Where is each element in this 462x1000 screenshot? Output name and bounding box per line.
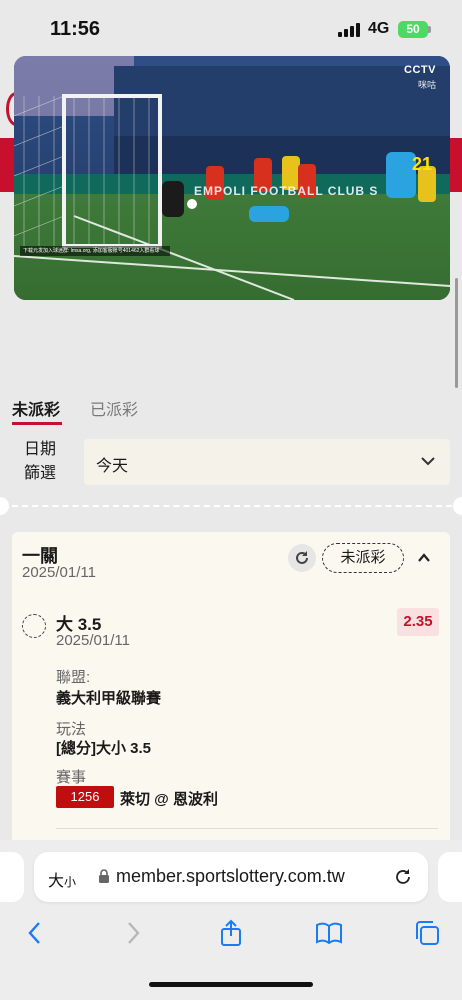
play-label: 玩法 <box>56 721 87 738</box>
match-id-badge: 1256 <box>56 786 114 808</box>
sub-logo: 咪咕 <box>417 80 436 90</box>
status-time: 11:56 <box>50 18 101 40</box>
shirt-number: 21 <box>412 154 433 174</box>
ticket-notch-right <box>453 497 462 515</box>
ad-board-text: EMPOLI FOOTBALL CLUB S <box>194 184 379 198</box>
forward-icon[interactable] <box>118 918 148 948</box>
league-label: 聯盟: <box>56 669 91 686</box>
video-frame <box>14 56 450 300</box>
reload-icon[interactable] <box>392 866 414 888</box>
broadcaster-logo: CCTV <box>404 64 436 76</box>
previous-tab-peek[interactable] <box>0 852 24 902</box>
battery-tip <box>428 26 431 33</box>
url-text: member.sportslottery.com.tw <box>116 866 345 886</box>
share-icon[interactable] <box>216 918 246 948</box>
video-player[interactable]: EMPOLI FOOTBALL CLUB S 21 CCTV 咪咕 下载元发加入… <box>14 56 450 300</box>
match-label: 賽事 <box>56 769 87 786</box>
refresh-button[interactable] <box>288 544 316 572</box>
home-indicator[interactable] <box>149 982 313 987</box>
cellular-signal-icon <box>338 23 362 37</box>
play-value: [總分]大小 3.5 <box>56 740 152 757</box>
bet-card: 一關 2025/01/11 未派彩 大 3.5 2025/01/11 2.35 … <box>12 532 450 852</box>
date-filter-select[interactable]: 今天 <box>84 439 450 485</box>
tab-active-underline <box>12 422 62 425</box>
ticket-notch-left <box>0 497 9 515</box>
status-bar: 11:56 4G 50 <box>0 0 462 58</box>
refresh-icon <box>296 551 308 564</box>
bookmarks-icon[interactable] <box>314 918 344 948</box>
date-filter-value: 今天 <box>96 458 129 475</box>
address-bar[interactable]: 大小 member.sportslottery.com.tw <box>34 852 428 902</box>
league-value: 義大利甲級聯賽 <box>56 690 162 707</box>
back-icon[interactable] <box>20 918 50 948</box>
date-filter-label: 日期 篩選 <box>24 441 57 482</box>
next-tab-peek[interactable] <box>438 852 462 902</box>
tab-unpaid[interactable]: 未派彩 <box>12 396 60 420</box>
odds-badge: 2.35 <box>397 608 439 636</box>
status-badge: 未派彩 <box>322 543 404 573</box>
pick-date: 2025/01/11 <box>56 632 130 649</box>
pick-status-icon <box>22 614 46 638</box>
ticket-divider <box>12 505 452 507</box>
text-size-small: 小 <box>64 875 77 889</box>
network-type: 4G <box>368 20 390 37</box>
card-divider <box>56 828 438 829</box>
bet-date: 2025/01/11 <box>22 564 96 581</box>
chevron-down-icon <box>421 457 435 466</box>
header-banner-right <box>448 138 462 192</box>
text-size-large: 大 <box>48 873 65 890</box>
text-size-button[interactable]: 大小 <box>48 867 76 891</box>
match-teams: 萊切 @ 恩波利 <box>120 791 218 808</box>
battery-icon: 50 <box>398 21 428 38</box>
chevron-up-icon[interactable] <box>416 550 432 566</box>
lock-icon <box>99 869 109 883</box>
tab-paid[interactable]: 已派彩 <box>90 396 138 420</box>
video-ticker: 下载元发加入球迷群: lmsa.org, 添加客服账号401462入群看球 <box>20 246 170 256</box>
scroll-indicator[interactable] <box>455 278 458 388</box>
tabs-icon[interactable] <box>412 918 442 948</box>
